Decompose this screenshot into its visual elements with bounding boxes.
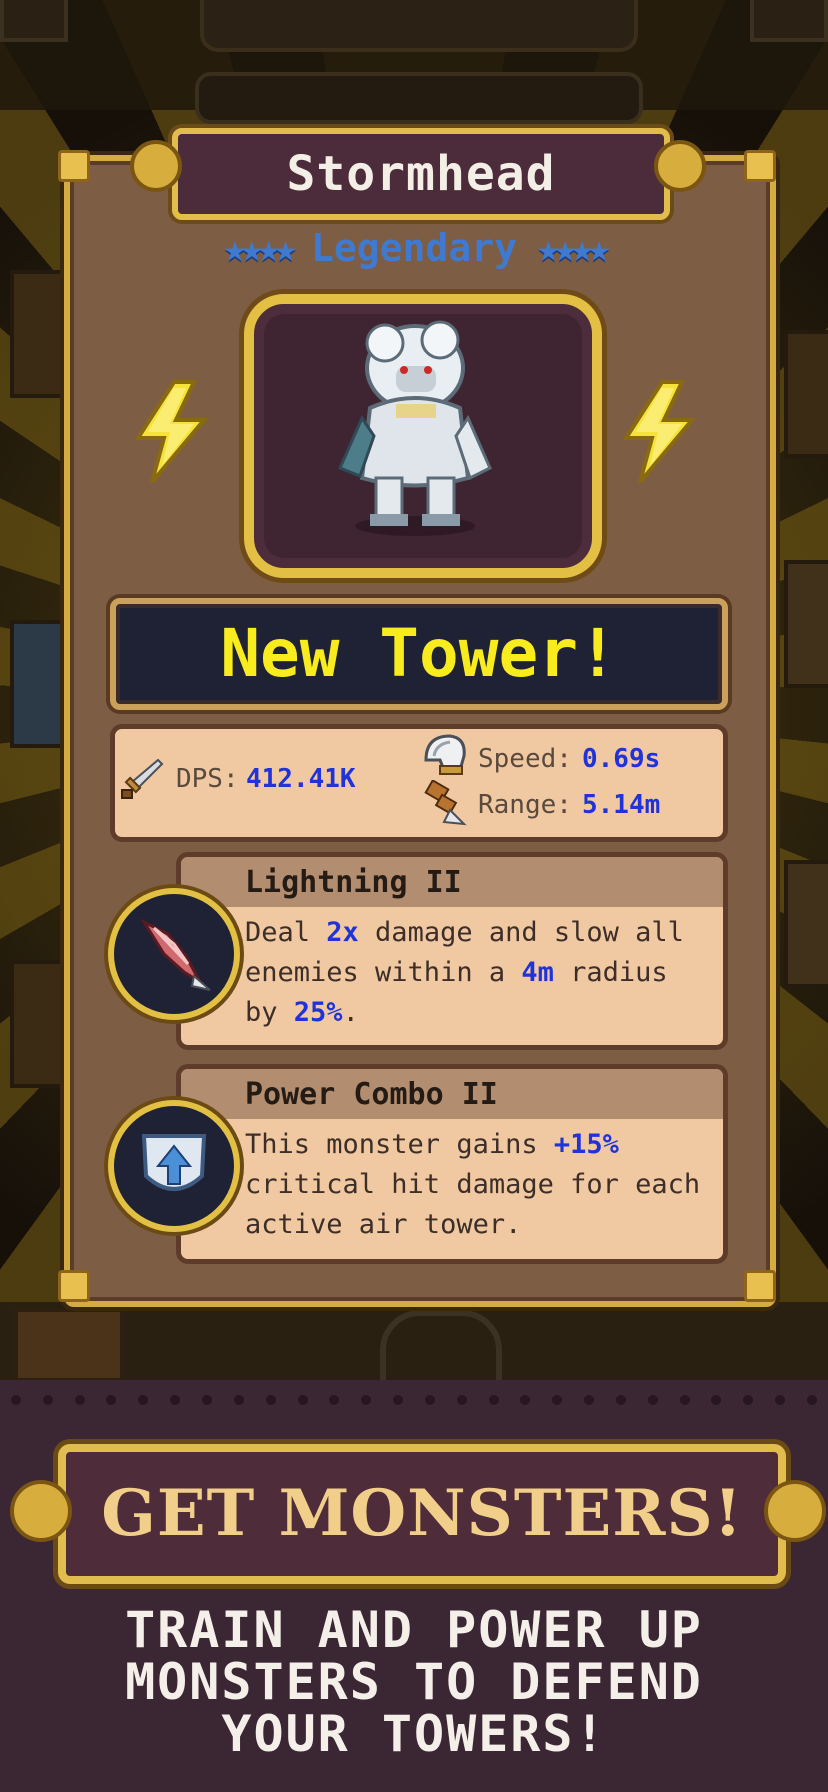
back-button-bg <box>0 0 68 42</box>
rarity-stars-left: ★★★★ <box>223 226 297 270</box>
menu-button-bg <box>750 0 828 42</box>
range-label: Range: <box>478 790 572 820</box>
ability-icon-frame <box>108 888 240 1020</box>
promo-tagline: TRAIN AND POWER UP MONSTERS TO DEFEND YO… <box>0 1604 828 1760</box>
ability-name: Power Combo II <box>181 1069 723 1119</box>
range-arrow-icon <box>424 780 467 826</box>
lightning-claw-icon <box>139 918 211 991</box>
bg-bottom-icon <box>14 1308 124 1382</box>
ability-card-lightning: Lightning II Deal 2x damage and slow all… <box>176 852 728 1050</box>
ability-description: Deal 2x damage and slow all enemies with… <box>245 917 684 1028</box>
ability-icon-frame <box>108 1100 240 1232</box>
bg-monster-card <box>784 860 828 988</box>
range-value: 5.14m <box>582 790 661 820</box>
card-corner <box>58 1270 90 1302</box>
new-tower-label: New Tower! <box>220 615 618 692</box>
yeti-monster-icon <box>338 320 492 536</box>
promo-title: GET MONSTERS! <box>101 1476 743 1551</box>
bg-monster-card <box>784 560 828 688</box>
speed-wing-icon <box>424 734 466 775</box>
ability-description: This monster gains +15% critical hit dam… <box>245 1129 701 1240</box>
bg-monster-card <box>10 960 70 1088</box>
rarity-label: Legendary <box>311 226 517 270</box>
bg-monster-card <box>784 330 828 458</box>
tagline-line: TRAIN AND POWER UP <box>125 1601 703 1659</box>
tab-bg <box>195 72 643 124</box>
ability-name: Lightning II <box>181 857 723 907</box>
top-title-plate-bg <box>200 0 638 52</box>
tagline-line: YOUR TOWERS! <box>221 1705 607 1763</box>
lightning-bolt-icon <box>134 380 209 484</box>
lightning-bolt-icon <box>622 380 697 484</box>
speed-label: Speed: <box>478 744 572 774</box>
ability-card-power-combo: Power Combo II This monster gains +15% c… <box>176 1064 728 1264</box>
bg-monster-card <box>10 270 70 398</box>
dps-value: 412.41K <box>246 764 356 794</box>
card-corner <box>744 1270 776 1302</box>
tagline-line: MONSTERS TO DEFEND <box>125 1653 703 1711</box>
card-corner <box>58 150 90 182</box>
bg-monster-card <box>10 620 70 748</box>
dps-label: DPS: <box>176 764 239 794</box>
sword-icon <box>121 758 164 799</box>
rarity-stars-right: ★★★★ <box>536 226 610 270</box>
decorative-dots <box>0 1382 828 1418</box>
rarity-row: ★★★★ Legendary ★★★★ <box>160 222 668 274</box>
monster-name: Stormhead <box>286 146 556 202</box>
shield-arrow-icon <box>141 1134 207 1191</box>
speed-value: 0.69s <box>582 744 661 774</box>
card-corner <box>744 150 776 182</box>
